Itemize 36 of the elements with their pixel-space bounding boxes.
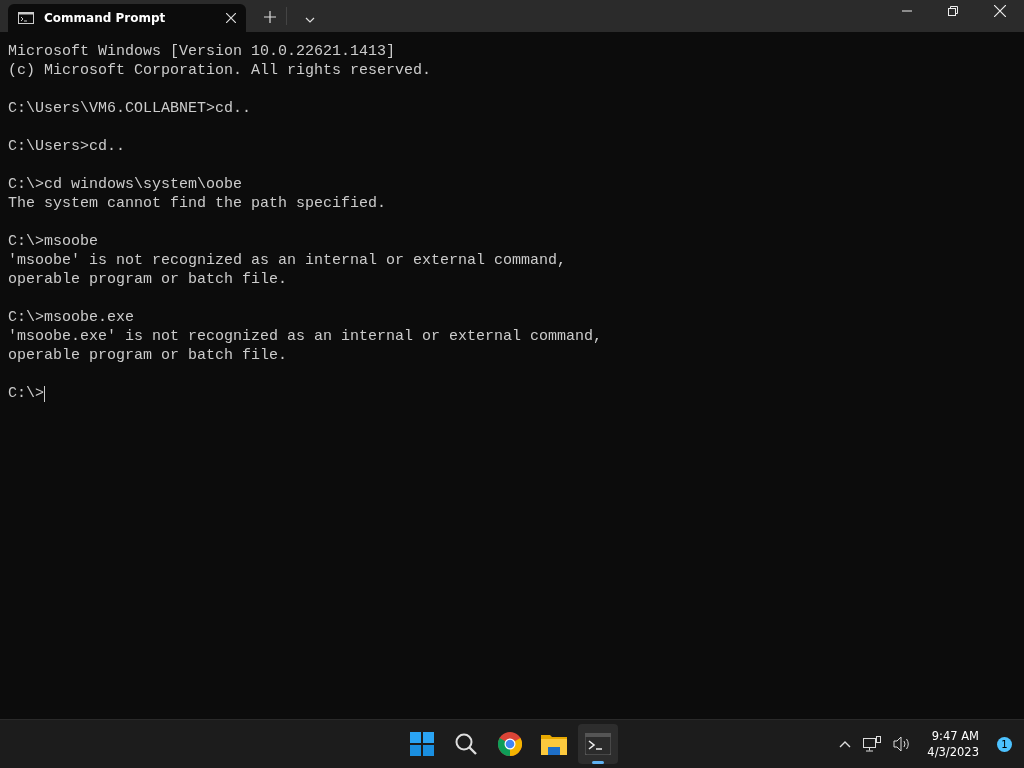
console-line: The system cannot find the path specified.: [8, 194, 387, 213]
restore-icon[interactable]: [948, 5, 958, 16]
terminal-icon: [18, 12, 34, 24]
console-line: C:\>msoobe: [8, 232, 98, 251]
folder-icon: [541, 733, 567, 755]
plus-icon[interactable]: [264, 11, 276, 23]
chevron-down-icon[interactable]: [305, 17, 315, 23]
console-line: operable program or batch file.: [8, 270, 288, 289]
close-icon[interactable]: [226, 13, 236, 23]
console-line: 'msoobe' is not recognized as an internal or external command,: [8, 251, 567, 270]
terminal-taskbar-button[interactable]: [578, 724, 618, 764]
time-text: 9:47 AM: [931, 728, 979, 744]
running-indicator: [592, 761, 604, 764]
console-line: C:\>cd windows\system\oobe: [8, 175, 243, 194]
chevron-up-icon[interactable]: [839, 740, 852, 748]
close-icon[interactable]: [994, 4, 1006, 17]
date-text: 4/3/2023: [927, 744, 979, 760]
notification-badge[interactable]: 1: [997, 736, 1012, 752]
clock[interactable]: 9:47 AM 4/3/2023: [927, 728, 979, 760]
terminal-icon: [585, 733, 611, 755]
tab[interactable]: Command Prompt: [8, 4, 246, 32]
windows-logo-icon: [410, 732, 434, 756]
text-cursor: [44, 385, 45, 402]
speaker-icon[interactable]: [893, 736, 912, 752]
tab-title: Command Prompt: [44, 11, 167, 25]
search-icon: [454, 732, 478, 756]
network-icon[interactable]: [863, 736, 882, 752]
console-line: C:\>: [8, 384, 44, 403]
console-line: C:\Users>cd..: [8, 137, 126, 156]
console-line: (c) Microsoft Corporation. All rights reserved.: [8, 61, 432, 80]
browser-icon: [498, 732, 522, 756]
console-line: C:\Users\VM6.COLLABNET>cd..: [8, 99, 252, 118]
console-line: Microsoft Windows [Version 10.0.22621.1413]: [8, 42, 396, 61]
console-line: 'msoobe.exe' is not recognized as an internal or external command,: [8, 327, 603, 346]
console-line: operable program or batch file.: [8, 346, 288, 365]
console-line: C:\>msoobe.exe: [8, 308, 135, 327]
